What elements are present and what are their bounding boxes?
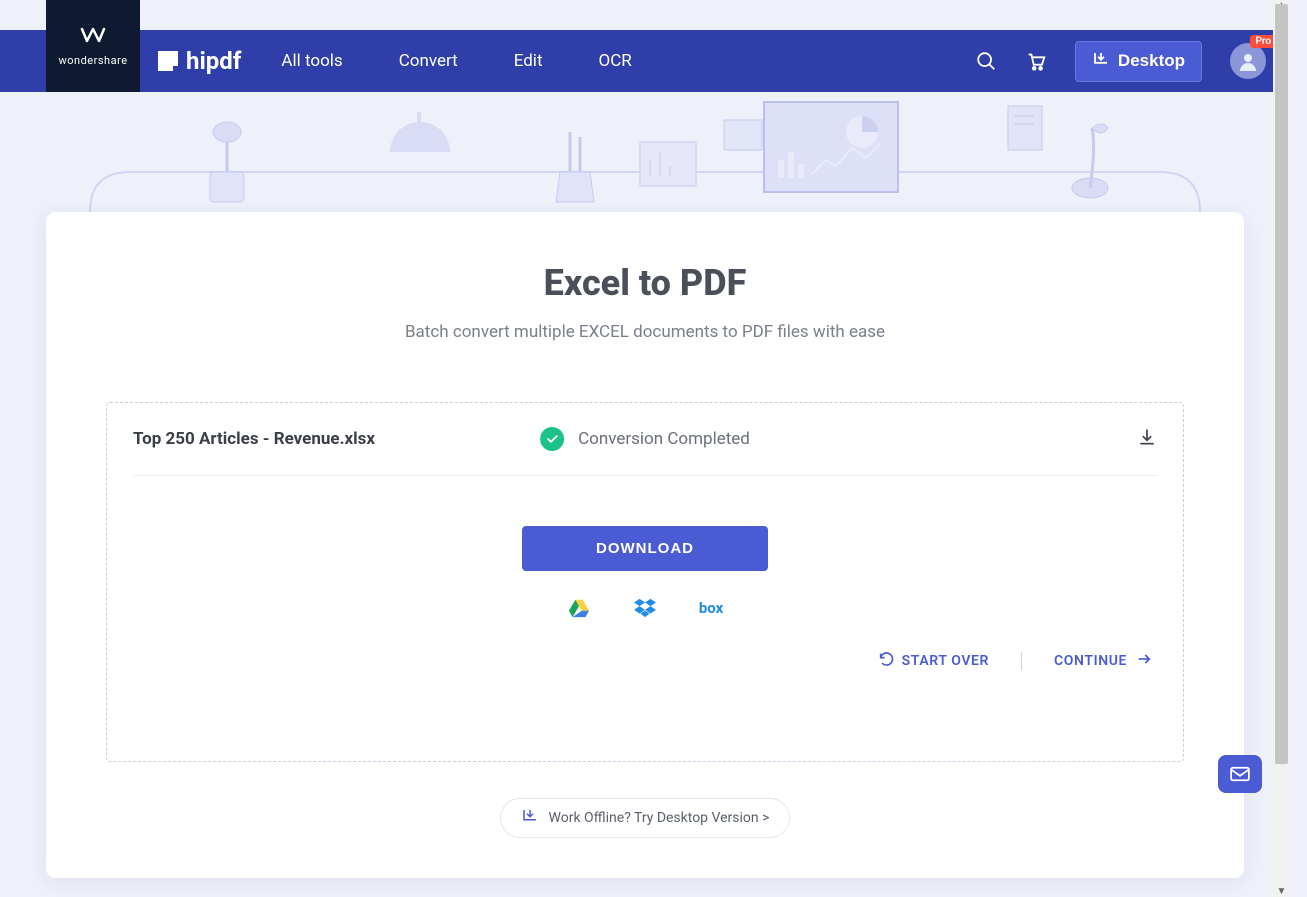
download-desktop-icon	[1092, 50, 1110, 73]
conversion-panel: Top 250 Articles - Revenue.xlsx Conversi…	[106, 402, 1184, 762]
scroll-thumb[interactable]	[1275, 4, 1288, 764]
hipdf-logo[interactable]: hipdf	[158, 47, 241, 75]
file-name: Top 250 Articles - Revenue.xlsx	[133, 429, 375, 449]
start-over-button[interactable]: START OVER	[878, 651, 989, 671]
wondershare-logo[interactable]: wondershare	[46, 0, 140, 92]
conversion-status: Conversion Completed	[578, 429, 750, 449]
wondershare-label: wondershare	[58, 54, 127, 67]
user-avatar-wrap[interactable]: Pro	[1230, 43, 1266, 79]
scrollbar[interactable]: ▲ ▼	[1273, 0, 1290, 897]
nav-convert[interactable]: Convert	[399, 51, 458, 71]
hipdf-logo-text: hipdf	[186, 47, 241, 75]
google-drive-icon[interactable]	[568, 597, 590, 619]
scroll-down-arrow[interactable]: ▼	[1273, 886, 1290, 897]
hipdf-logo-icon	[158, 51, 178, 71]
nav-ocr[interactable]: OCR	[599, 51, 632, 71]
box-icon[interactable]: box	[700, 597, 722, 619]
start-over-label: START OVER	[902, 653, 989, 669]
search-icon[interactable]	[975, 50, 997, 72]
main-navbar: hipdf All tools Convert Edit OCR Desktop	[0, 30, 1290, 92]
nav-edit[interactable]: Edit	[514, 51, 543, 71]
desktop-button-label: Desktop	[1118, 51, 1185, 71]
restart-icon	[878, 651, 894, 671]
page-title: Excel to PDF	[46, 262, 1244, 304]
nav-all-tools[interactable]: All tools	[281, 51, 342, 71]
dropbox-icon[interactable]	[634, 597, 656, 619]
offline-pill-label: Work Offline? Try Desktop Version >	[549, 810, 770, 826]
continue-label: CONTINUE	[1054, 653, 1127, 669]
cart-icon[interactable]	[1025, 50, 1047, 72]
desktop-download-icon	[521, 807, 539, 829]
arrow-right-icon	[1135, 651, 1153, 671]
avatar	[1230, 43, 1266, 79]
continue-button[interactable]: CONTINUE	[1054, 651, 1153, 671]
success-check-icon	[540, 427, 564, 451]
action-divider	[1021, 652, 1022, 670]
desktop-button[interactable]: Desktop	[1075, 41, 1202, 82]
main-card: Excel to PDF Batch convert multiple EXCE…	[46, 212, 1244, 878]
wondershare-icon	[80, 26, 106, 50]
download-button[interactable]: DOWNLOAD	[522, 526, 768, 571]
file-row: Top 250 Articles - Revenue.xlsx Conversi…	[133, 403, 1157, 476]
page-subtitle: Batch convert multiple EXCEL documents t…	[46, 322, 1244, 342]
cloud-save-row: box	[133, 597, 1157, 619]
download-file-icon[interactable]	[1137, 427, 1157, 451]
offline-desktop-pill[interactable]: Work Offline? Try Desktop Version >	[500, 798, 791, 838]
hero-illustration	[0, 92, 1290, 212]
chat-support-button[interactable]	[1218, 755, 1262, 793]
